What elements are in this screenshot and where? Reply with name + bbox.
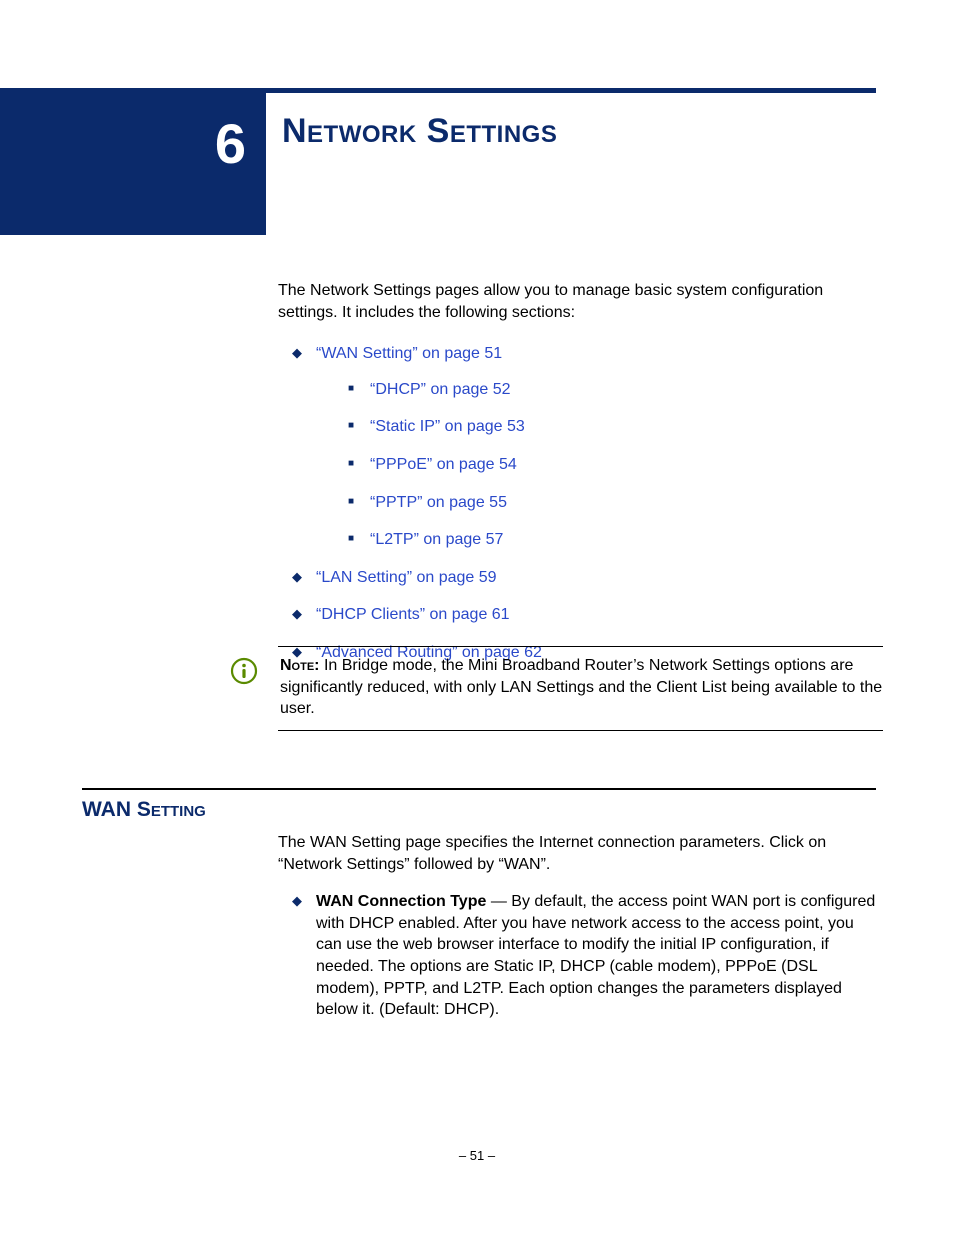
note-block: Note: In Bridge mode, the Mini Broadband… [230,646,883,731]
chapter-number-block: 6 [0,93,266,235]
note-text: Note: In Bridge mode, the Mini Broadband… [280,655,883,720]
note-body: In Bridge mode, the Mini Broadband Route… [280,657,882,717]
note-rule-top [278,646,883,647]
parameter-text: By default, the access point WAN port is… [316,893,875,1018]
toc-subitem: “L2TP” on page 57 [348,529,876,551]
toc-subitem: “PPPoE” on page 54 [348,454,876,476]
toc-item: “DHCP Clients” on page 61 [292,604,876,626]
note-label: Note: [280,657,320,674]
intro-paragraph: The Network Settings pages allow you to … [278,280,876,323]
toc-subitem: “Static IP” on page 53 [348,416,876,438]
toc-item: “WAN Setting” on page 51 “DHCP” on page … [292,343,876,551]
parameter-list: WAN Connection Type — By default, the ac… [278,891,878,1021]
toc-list: “WAN Setting” on page 51 “DHCP” on page … [278,343,876,663]
toc-link-l2tp[interactable]: “L2TP” on page 57 [370,531,503,548]
toc-link-lan-setting[interactable]: “LAN Setting” on page 59 [316,569,497,586]
toc-link-dhcp-clients[interactable]: “DHCP Clients” on page 61 [316,606,510,623]
toc-link-pppoe[interactable]: “PPPoE” on page 54 [370,456,517,473]
toc-subitem: “DHCP” on page 52 [348,379,876,401]
section-rule [82,788,876,790]
toc-item: “LAN Setting” on page 59 [292,567,876,589]
toc-link-static-ip[interactable]: “Static IP” on page 53 [370,418,525,435]
toc-link-dhcp[interactable]: “DHCP” on page 52 [370,381,511,398]
section-heading-wan-setting: WAN Setting [82,798,206,822]
parameter-name: WAN Connection Type [316,893,486,910]
chapter-title: Network Settings [282,112,557,151]
page-number: – 51 – [459,1148,495,1163]
parameter-sep: — [486,893,511,910]
toc-link-wan-setting[interactable]: “WAN Setting” on page 51 [316,345,502,362]
section-body: The WAN Setting page specifies the Inter… [278,832,878,1021]
toc-sublist: “DHCP” on page 52 “Static IP” on page 53… [316,379,876,551]
toc-subitem: “PPTP” on page 55 [348,492,876,514]
parameter-item: WAN Connection Type — By default, the ac… [292,891,878,1021]
section-intro: The WAN Setting page specifies the Inter… [278,832,878,875]
note-rule-bottom [278,730,883,731]
chapter-intro-block: The Network Settings pages allow you to … [278,280,876,680]
info-icon [230,657,262,685]
page-footer: – 51 – [0,1148,954,1163]
document-page: 6 Network Settings The Network Settings … [0,0,954,1235]
chapter-number: 6 [215,111,246,176]
toc-link-pptp[interactable]: “PPTP” on page 55 [370,494,507,511]
